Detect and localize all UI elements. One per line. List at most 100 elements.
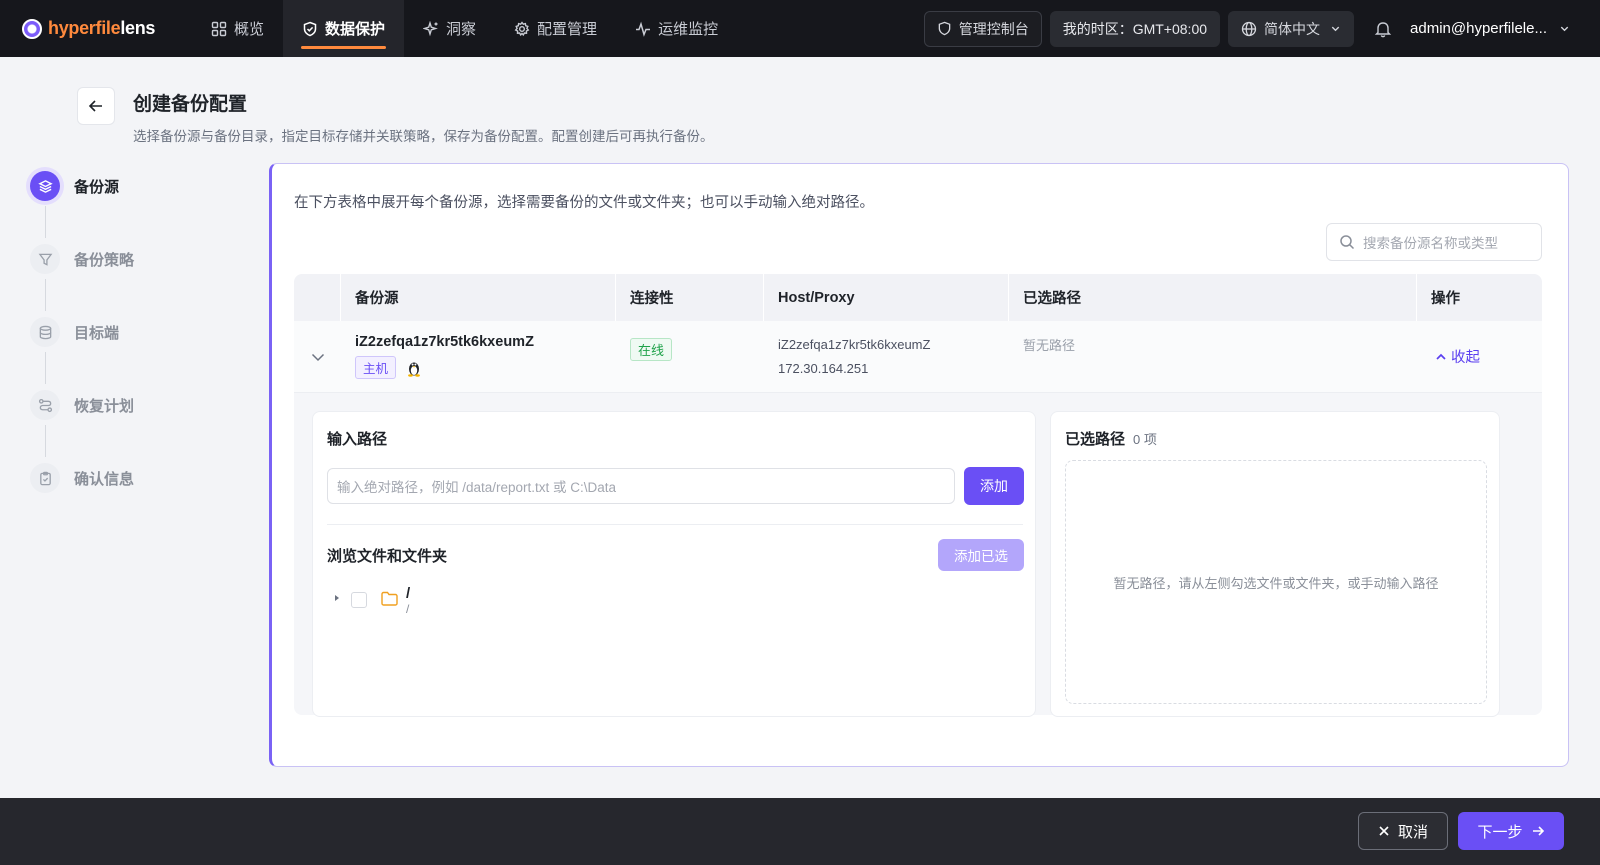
- column-header-selected-paths: 已选路径: [1009, 274, 1417, 321]
- divider: [327, 524, 1023, 525]
- globe-icon: [1241, 21, 1257, 37]
- shield-icon: [302, 21, 318, 37]
- no-path-text: 暂无路径: [1023, 338, 1076, 353]
- search-input[interactable]: 搜索备份源名称或类型: [1326, 223, 1542, 261]
- source-meta: 主机: [355, 356, 616, 379]
- column-header-connectivity: 连接性: [616, 274, 764, 321]
- user-menu[interactable]: admin@hyperfilele...: [1410, 20, 1570, 37]
- nav-item-label: 数据保护: [325, 21, 386, 38]
- chevron-down-icon: [310, 349, 326, 365]
- tree-node-checkbox[interactable]: [351, 592, 367, 608]
- page-title: 创建备份配置: [133, 94, 248, 115]
- top-navigation-bar: hyperfilelens 概览 数据保护 洞察 配置管理 运维监控 管理控制台: [0, 0, 1600, 57]
- nav-item-insights[interactable]: 洞察: [404, 0, 495, 57]
- cell-connectivity: 在线: [616, 321, 764, 392]
- selected-paths-count: 0 项: [1133, 432, 1157, 447]
- timezone-label: 我的时区：: [1062, 20, 1133, 37]
- sparkle-icon: [423, 20, 439, 37]
- next-label: 下一步: [1477, 823, 1523, 841]
- shield-outline-icon: [937, 21, 952, 36]
- caret-right-icon[interactable]: [333, 594, 341, 602]
- path-input-panel: 输入路径 输入绝对路径，例如 /data/report.txt 或 C:\Dat…: [312, 411, 1036, 717]
- selected-paths-panel: 已选路径 0 项 暂无路径，请从左侧勾选文件或文件夹，或手动输入路径: [1050, 411, 1500, 717]
- topbar-actions: 管理控制台 我的时区： GMT+08:00 简体中文 admin@hyperfi…: [923, 0, 1600, 57]
- selected-paths-empty-state: 暂无路径，请从左侧勾选文件或文件夹，或手动输入路径: [1065, 460, 1487, 704]
- step-indicator: [30, 390, 60, 420]
- collapse-link[interactable]: 收起: [1431, 346, 1542, 367]
- user-email: admin@hyperfilele...: [1410, 20, 1547, 37]
- tree-node-path: /: [406, 602, 410, 616]
- add-path-button[interactable]: 添加: [964, 467, 1024, 505]
- database-icon: [38, 325, 53, 340]
- arrow-left-icon: [87, 97, 105, 115]
- column-header-host-proxy: Host/Proxy: [764, 274, 1009, 321]
- app-logo[interactable]: hyperfilelens: [22, 18, 182, 39]
- nav-item-monitoring[interactable]: 运维监控: [616, 0, 737, 57]
- step-connector: [45, 352, 46, 384]
- step-label: 确认信息: [74, 470, 135, 488]
- instruction-text: 在下方表格中展开每个备份源，选择需要备份的文件或文件夹；也可以手动输入绝对路径。: [294, 195, 874, 211]
- back-button[interactable]: [77, 87, 115, 125]
- logo-text: hyperfilelens: [48, 18, 156, 38]
- cell-actions: 收起: [1417, 321, 1542, 392]
- path-input-placeholder: 输入绝对路径，例如 /data/report.txt 或 C:\Data: [337, 480, 617, 495]
- step-target[interactable]: 目标端: [30, 316, 134, 384]
- browse-title: 浏览文件和文件夹: [327, 548, 448, 565]
- collapse-label: 收起: [1451, 350, 1480, 366]
- nav-item-data-protection[interactable]: 数据保护: [283, 0, 405, 57]
- source-type-tag: 主机: [355, 356, 397, 379]
- main-nav: 概览 数据保护 洞察 配置管理 运维监控: [192, 0, 737, 57]
- search-icon: [1339, 234, 1355, 250]
- admin-console-label: 管理控制台: [958, 20, 1029, 37]
- bell-icon[interactable]: [1374, 20, 1392, 38]
- cell-selected-paths: 暂无路径: [1009, 321, 1417, 392]
- input-path-title: 输入路径: [327, 431, 388, 448]
- step-restore-plan[interactable]: 恢复计划: [30, 389, 135, 457]
- step-indicator: [30, 171, 60, 201]
- step-label: 目标端: [74, 324, 120, 342]
- step-connector: [45, 279, 46, 311]
- empty-state-text: 暂无路径，请从左侧勾选文件或文件夹，或手动输入路径: [1113, 575, 1439, 591]
- cancel-button[interactable]: 取消: [1358, 812, 1448, 850]
- nav-item-label: 配置管理: [537, 21, 598, 38]
- chevron-up-icon: [1435, 351, 1447, 363]
- add-selected-button[interactable]: 添加已选: [938, 539, 1024, 571]
- status-badge: 在线: [630, 338, 673, 361]
- path-input[interactable]: 输入绝对路径，例如 /data/report.txt 或 C:\Data: [327, 468, 955, 504]
- table-header: 备份源 连接性 Host/Proxy 已选路径 操作: [294, 274, 1542, 321]
- chevron-down-icon: [1559, 23, 1570, 34]
- timezone-badge[interactable]: 我的时区： GMT+08:00: [1049, 10, 1221, 47]
- tree-node-root[interactable]: / /: [406, 586, 410, 617]
- column-header-actions: 操作: [1431, 291, 1460, 307]
- row-expand-toggle[interactable]: [294, 321, 341, 392]
- pulse-icon: [635, 21, 651, 37]
- nav-item-overview[interactable]: 概览: [192, 0, 283, 57]
- language-label: 简体中文: [1264, 20, 1321, 37]
- wizard-steps: 备份源 备份策略 目标端 恢复计划 确认信息: [30, 170, 134, 535]
- nav-item-config[interactable]: 配置管理: [495, 0, 616, 57]
- host-ip: 172.30.164.251: [778, 360, 869, 376]
- route-icon: [38, 398, 53, 413]
- backup-source-table: 备份源 连接性 Host/Proxy 已选路径 操作 iZ2zefqa1z7kr…: [294, 274, 1542, 717]
- cancel-label: 取消: [1397, 823, 1428, 841]
- table-row[interactable]: iZ2zefqa1z7kr5tk6kxeumZ 主机 在线 iZ2zefqa1z…: [294, 321, 1542, 393]
- step-backup-policy[interactable]: 备份策略: [30, 243, 134, 311]
- chevron-down-icon: [1330, 23, 1341, 34]
- nav-item-label: 概览: [234, 21, 265, 38]
- column-header-source: 备份源: [341, 274, 616, 321]
- dashboard-icon: [211, 21, 227, 37]
- linux-tux-icon: [406, 359, 422, 377]
- step-confirm[interactable]: 确认信息: [30, 462, 134, 494]
- language-select[interactable]: 简体中文: [1228, 10, 1355, 47]
- row-expanded-panel: 输入路径 输入绝对路径，例如 /data/report.txt 或 C:\Dat…: [294, 393, 1542, 717]
- step-backup-source[interactable]: 备份源: [30, 170, 134, 238]
- backup-source-card: 在下方表格中展开每个备份源，选择需要备份的文件或文件夹；也可以手动输入绝对路径。…: [269, 163, 1569, 767]
- step-label: 恢复计划: [74, 397, 135, 415]
- step-connector: [45, 425, 46, 457]
- admin-console-button[interactable]: 管理控制台: [923, 10, 1042, 47]
- cell-host-proxy: iZ2zefqa1z7kr5tk6kxeumZ 172.30.164.251: [764, 321, 1009, 392]
- page-description: 选择备份源与备份目录，指定目标存储并关联策略，保存为备份配置。配置创建后可再执行…: [133, 129, 714, 144]
- clipboard-icon: [38, 471, 53, 486]
- next-step-button[interactable]: 下一步: [1458, 812, 1564, 850]
- cell-source: iZ2zefqa1z7kr5tk6kxeumZ 主机: [341, 321, 616, 392]
